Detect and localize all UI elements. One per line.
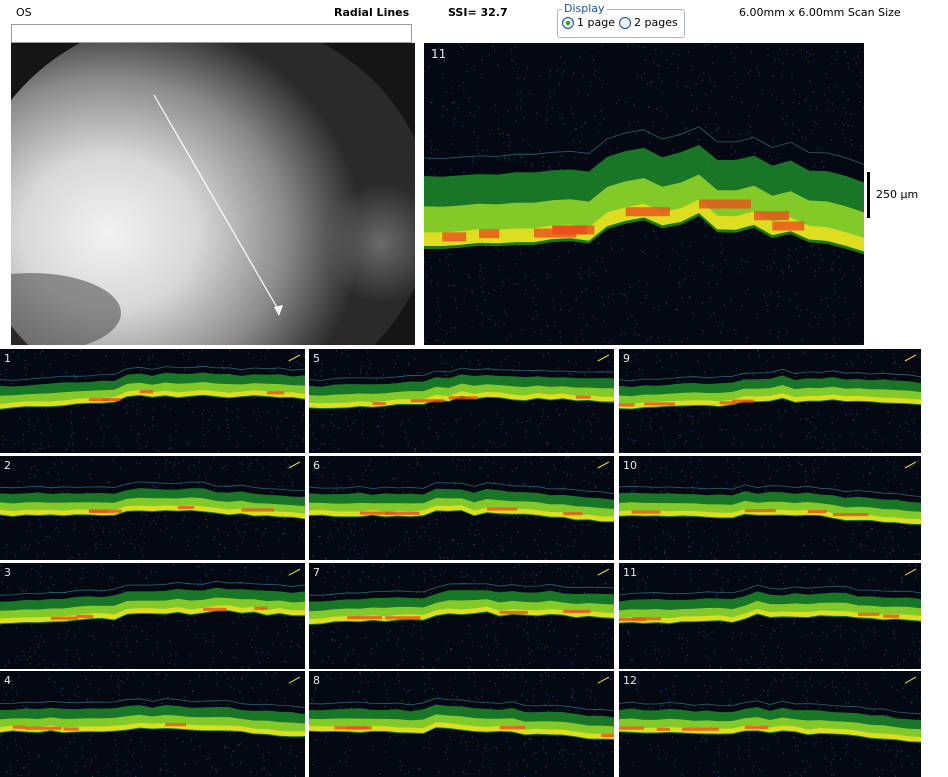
display-1-page-label: 1 page bbox=[577, 16, 615, 29]
thumbnail-number: 3 bbox=[4, 566, 11, 579]
thumbnail-number: 9 bbox=[623, 352, 630, 365]
bscan-thumbnail-4[interactable]: 4 bbox=[0, 671, 305, 777]
bscan-thumbnail-7[interactable]: 7 bbox=[309, 563, 614, 669]
bscan-retina-graphic bbox=[309, 349, 614, 453]
thumbnail-number: 2 bbox=[4, 459, 11, 472]
main-scan-number: 11 bbox=[431, 47, 447, 61]
bscan-thumbnail-2[interactable]: 2 bbox=[0, 456, 305, 560]
display-1-page-radio[interactable]: 1 page bbox=[562, 16, 615, 29]
scale-bar bbox=[867, 172, 870, 218]
bscan-retina-graphic bbox=[619, 349, 921, 453]
thumbnail-number: 7 bbox=[313, 566, 320, 579]
thumbnail-number: 1 bbox=[4, 352, 11, 365]
radio-unselected-icon bbox=[619, 16, 631, 29]
bscan-retina-graphic bbox=[309, 563, 614, 669]
eye-label: OS bbox=[16, 6, 32, 19]
thumbnail-number: 11 bbox=[623, 566, 637, 579]
bscan-thumbnail-8[interactable]: 8 bbox=[309, 671, 614, 777]
thumbnail-number: 12 bbox=[623, 674, 637, 687]
thumbnail-number: 6 bbox=[313, 459, 320, 472]
display-legend: Display bbox=[562, 2, 607, 15]
thumbnail-number: 8 bbox=[313, 674, 320, 687]
display-options-group: Display 1 page 2 pages bbox=[557, 2, 685, 38]
ssi-label: SSI= 32.7 bbox=[448, 6, 508, 19]
bscan-retina-graphic bbox=[619, 671, 921, 777]
bscan-retina-graphic bbox=[619, 563, 921, 669]
bscan-retina-graphic bbox=[619, 456, 921, 560]
bscan-retina-graphic bbox=[309, 456, 614, 560]
bscan-retina-graphic bbox=[0, 456, 305, 560]
radio-selected-icon bbox=[562, 16, 574, 29]
fundus-header-bar bbox=[11, 24, 412, 43]
bscan-thumbnail-11[interactable]: 11 bbox=[619, 563, 921, 669]
display-2-pages-label: 2 pages bbox=[634, 16, 678, 29]
main-bscan-image[interactable]: 11 bbox=[424, 43, 864, 345]
bscan-retina-graphic bbox=[0, 349, 305, 453]
bscan-retina-graphic bbox=[424, 43, 864, 345]
scale-label: 250 µm bbox=[876, 188, 919, 201]
scan-size-label: 6.00mm x 6.00mm Scan Size bbox=[739, 6, 901, 19]
bscan-thumbnail-10[interactable]: 10 bbox=[619, 456, 921, 560]
bscan-thumbnail-9[interactable]: 9 bbox=[619, 349, 921, 453]
display-2-pages-radio[interactable]: 2 pages bbox=[619, 16, 678, 29]
bscan-thumbnail-5[interactable]: 5 bbox=[309, 349, 614, 453]
bscan-retina-graphic bbox=[0, 671, 305, 777]
protocol-label: Radial Lines bbox=[334, 6, 410, 19]
thumbnail-number: 10 bbox=[623, 459, 637, 472]
fundus-image[interactable] bbox=[11, 43, 415, 345]
bscan-thumbnail-3[interactable]: 3 bbox=[0, 563, 305, 669]
bscan-retina-graphic bbox=[0, 563, 305, 669]
bscan-retina-graphic bbox=[309, 671, 614, 777]
thumbnail-number: 5 bbox=[313, 352, 320, 365]
bscan-thumbnail-6[interactable]: 6 bbox=[309, 456, 614, 560]
bscan-thumbnail-12[interactable]: 12 bbox=[619, 671, 921, 777]
bscan-thumbnail-1[interactable]: 1 bbox=[0, 349, 305, 453]
thumbnail-number: 4 bbox=[4, 674, 11, 687]
